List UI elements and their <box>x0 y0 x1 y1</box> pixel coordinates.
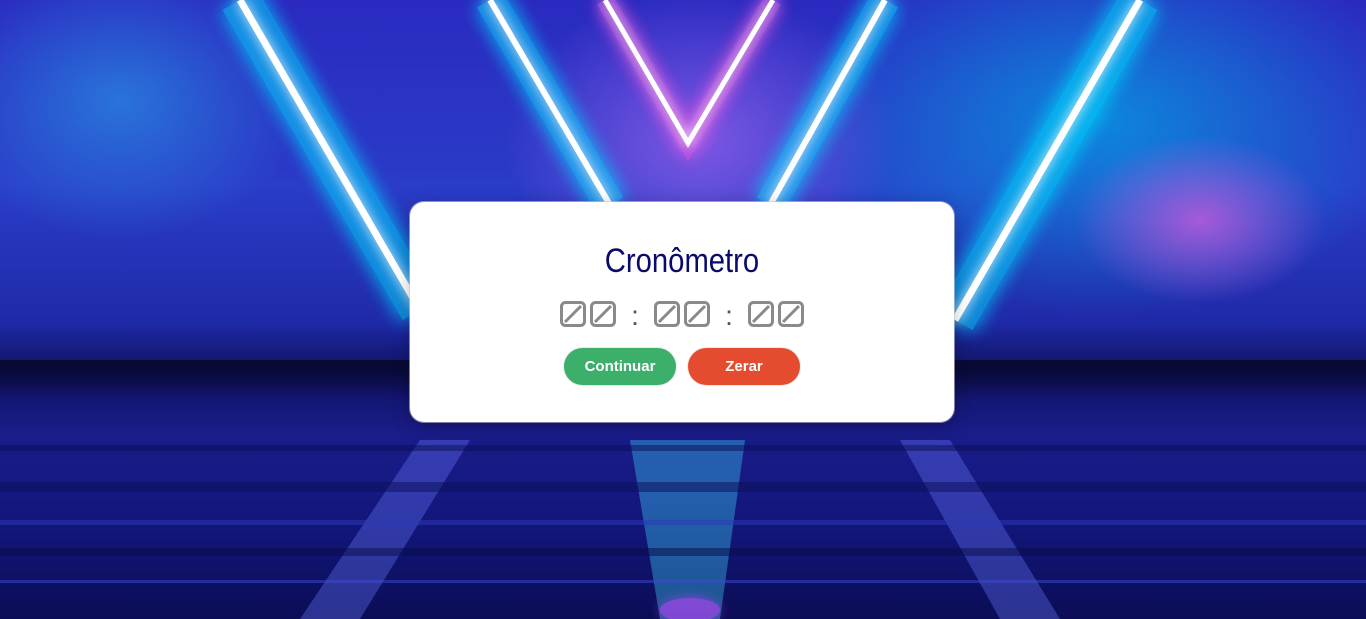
time-separator: : <box>725 300 733 331</box>
stopwatch-title: Cronômetro <box>604 242 760 280</box>
minutes-display <box>654 301 710 327</box>
seconds-digit-1 <box>748 301 774 327</box>
minutes-digit-2 <box>684 301 710 327</box>
hours-digit-1 <box>560 301 586 327</box>
seconds-display <box>748 301 804 327</box>
hours-digit-2 <box>590 301 616 327</box>
stopwatch-card: Cronômetro : : Continuar Zerar <box>410 202 954 422</box>
stopwatch-controls: Continuar Zerar <box>410 348 954 385</box>
minutes-digit-1 <box>654 301 680 327</box>
time-separator: : <box>631 300 639 331</box>
reset-button[interactable]: Zerar <box>688 348 800 385</box>
continue-button[interactable]: Continuar <box>564 348 676 385</box>
seconds-digit-2 <box>778 301 804 327</box>
hours-display <box>560 301 616 327</box>
stopwatch-display: : : <box>410 296 954 332</box>
